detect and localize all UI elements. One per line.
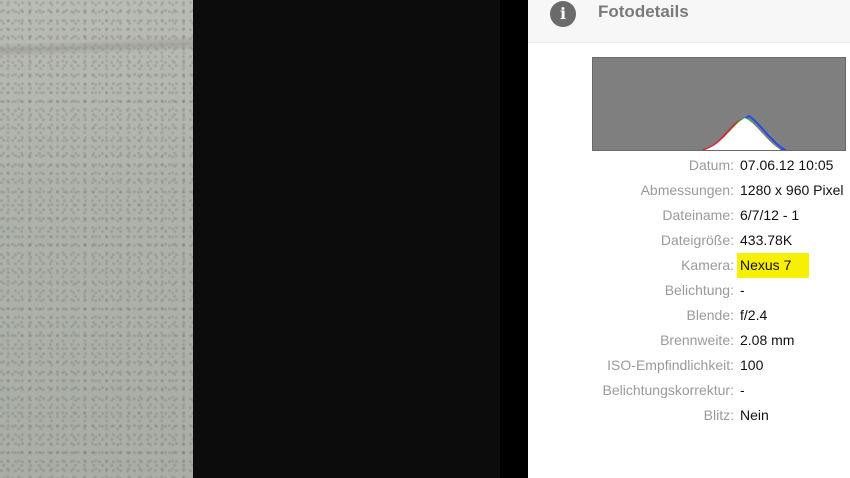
- info-icon[interactable]: i: [550, 1, 576, 27]
- photo-viewer[interactable]: [0, 0, 528, 478]
- detail-label: Datum:: [688, 157, 734, 173]
- detail-value: 6/7/12 - 1: [740, 207, 800, 223]
- detail-value: 07.06.12 10:05: [740, 157, 834, 173]
- viewer-divider: [500, 0, 528, 478]
- detail-row-abmessungen: Abmessungen: 1280 x 960 Pixel: [528, 178, 850, 203]
- detail-value: 100: [740, 357, 764, 373]
- detail-row-belichtungskorrektur: Belichtungskorrektur: -: [528, 378, 850, 403]
- detail-value: -: [740, 282, 745, 298]
- detail-row-kamera: Kamera: Nexus 7: [528, 253, 850, 278]
- detail-value: f/2.4: [740, 307, 768, 323]
- detail-label: Blitz:: [703, 407, 734, 423]
- detail-label: Kamera:: [681, 257, 734, 273]
- detail-value: 2.08 mm: [740, 332, 795, 348]
- detail-label: Blende:: [686, 307, 734, 323]
- photo-app: i Fotodetails Datum: 07.06.12 10:05 Abme…: [0, 0, 850, 478]
- detail-label: ISO-Empfindlichkeit:: [607, 357, 734, 373]
- panel-title: Fotodetails: [598, 2, 689, 21]
- histogram: [592, 57, 846, 151]
- photo-edge-detail: [0, 36, 193, 58]
- detail-row-dateigroesse: Dateigröße: 433.78K: [528, 228, 850, 253]
- detail-value: 433.78K: [740, 232, 793, 248]
- detail-value: 1280 x 960 Pixel: [740, 182, 844, 198]
- histogram-luminance: [705, 118, 781, 150]
- detail-value: Nein: [740, 407, 769, 423]
- detail-label: Dateigröße:: [660, 232, 734, 248]
- detail-row-iso: ISO-Empfindlichkeit: 100: [528, 353, 850, 378]
- detail-row-dateiname: Dateiname: 6/7/12 - 1: [528, 203, 850, 228]
- detail-row-belichtung: Belichtung: -: [528, 278, 850, 303]
- panel-header[interactable]: i Fotodetails: [528, 0, 850, 43]
- detail-row-datum: Datum: 07.06.12 10:05: [528, 153, 850, 178]
- detail-row-blende: Blende: f/2.4: [528, 303, 850, 328]
- detail-row-brennweite: Brennweite: 2.08 mm: [528, 328, 850, 353]
- histogram-graphic: [702, 114, 788, 150]
- detail-label: Abmessungen:: [640, 182, 734, 198]
- detail-value: -: [740, 382, 745, 398]
- detail-label: Dateiname:: [662, 207, 734, 223]
- detail-label: Belichtung:: [664, 282, 734, 298]
- photo-details-panel: i Fotodetails Datum: 07.06.12 10:05 Abme…: [528, 0, 850, 478]
- detail-label: Brennweite:: [660, 332, 734, 348]
- detail-label: Belichtungskorrektur:: [602, 382, 734, 398]
- detail-value-highlighted: Nexus 7: [737, 253, 810, 278]
- detail-row-blitz: Blitz: Nein: [528, 403, 850, 428]
- photo-image[interactable]: [0, 0, 193, 478]
